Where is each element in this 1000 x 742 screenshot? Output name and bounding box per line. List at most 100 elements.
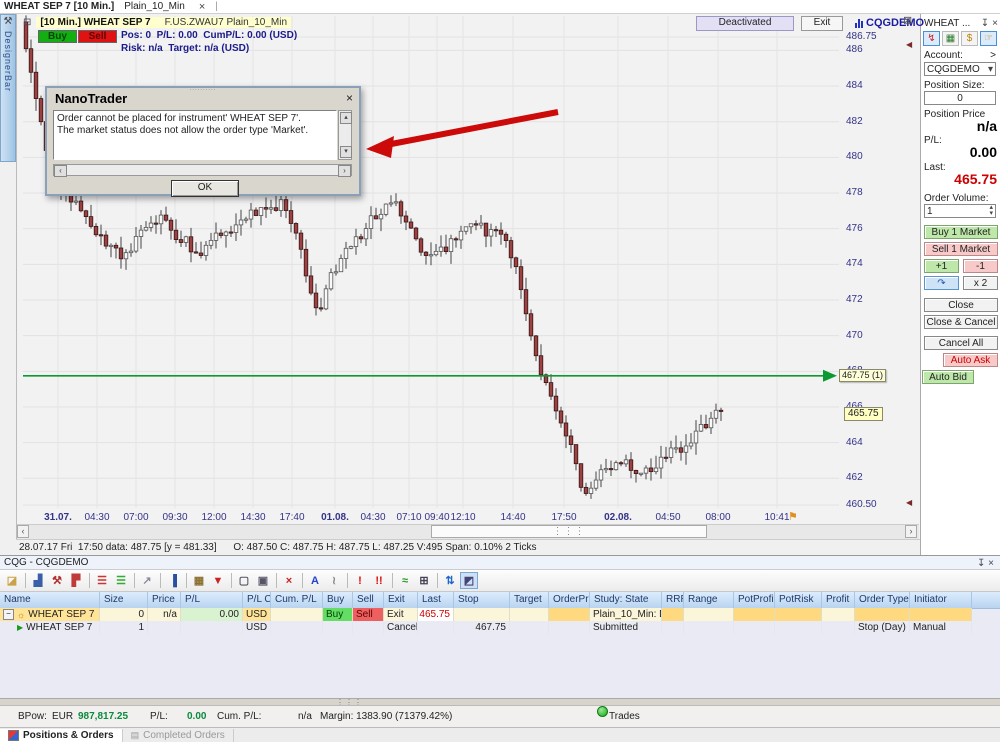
column-header[interactable]: PotProfit — [734, 592, 775, 608]
spinner-icons[interactable]: ▴▾ — [989, 205, 993, 217]
font-icon[interactable]: A — [306, 572, 324, 589]
dock-icon[interactable]: ◩ — [460, 572, 478, 589]
tab-completed-orders[interactable]: ▤ Completed Orders — [123, 729, 234, 742]
chart-hscrollbar[interactable]: ‹ ⋮⋮⋮ › — [17, 524, 919, 539]
cell-sell[interactable]: Sell — [353, 608, 384, 621]
cancel-all-button[interactable]: Cancel All — [924, 336, 998, 350]
column-header[interactable]: Stop — [454, 592, 510, 608]
alert-icon[interactable]: ! — [351, 572, 369, 589]
dialog-grip[interactable]: ∙∙∙∙∙∙∙∙∙∙ — [190, 87, 217, 93]
dialog-vscrollbar[interactable]: ▴ ▾ — [338, 110, 352, 160]
column-header[interactable]: PotRisk — [775, 592, 822, 608]
deactivated-button[interactable]: Deactivated — [696, 16, 794, 31]
column-header[interactable]: Last — [418, 592, 454, 608]
order-entry-icon[interactable]: ↯ — [923, 31, 940, 46]
column-header[interactable]: Profit — [822, 592, 855, 608]
chart-window-close-icon[interactable]: ⊠ — [903, 14, 912, 27]
column-header[interactable]: Range — [684, 592, 734, 608]
cell-buy[interactable] — [323, 621, 353, 634]
accounts-icon[interactable]: ▦ — [190, 572, 208, 589]
chart-mode-icon[interactable]: ▦ — [942, 31, 959, 46]
alerts-icon[interactable]: !! — [370, 572, 388, 589]
column-header[interactable]: Exit — [384, 592, 418, 608]
reverse-position-button[interactable]: ↷ — [924, 276, 959, 290]
exit-button[interactable]: Exit — [801, 16, 843, 31]
double-position-button[interactable]: x 2 — [963, 276, 998, 290]
column-header[interactable]: Target — [510, 592, 549, 608]
column-header[interactable]: Size — [100, 592, 148, 608]
close-icon[interactable]: × — [988, 558, 994, 569]
table-row-position[interactable]: −☼WHEAT SEP 70n/a0.00USDBuySellExit465.7… — [0, 608, 1000, 621]
order-volume-field[interactable]: 1 ▴▾ — [924, 204, 996, 218]
open-icon[interactable]: ◪ — [3, 572, 21, 589]
chart-sell-button[interactable]: Sell — [78, 30, 117, 43]
pin-icon[interactable]: ↧ — [981, 18, 989, 29]
dialog-close-icon[interactable]: × — [346, 91, 353, 105]
plus-one-button[interactable]: +1 — [924, 259, 959, 273]
column-header[interactable]: OrderPri... — [549, 592, 590, 608]
pin-icon[interactable]: ↧ — [977, 558, 985, 569]
column-header[interactable]: Price — [148, 592, 181, 608]
dialog-hscrollbar[interactable]: ‹ › — [53, 164, 352, 176]
wave-icon[interactable]: ≈ — [396, 572, 414, 589]
column-header[interactable]: Study: State — [590, 592, 662, 608]
position-size-field[interactable]: 0 — [924, 91, 996, 105]
sort-icon[interactable]: ⇅ — [441, 572, 459, 589]
column-header[interactable]: RRR — [662, 592, 684, 608]
column-header[interactable]: Sell — [353, 592, 384, 608]
designer-bar[interactable]: ⚒ DesignerBar — [0, 14, 16, 162]
cell-exit[interactable]: Exit — [384, 608, 418, 621]
minus-one-button[interactable]: -1 — [963, 259, 998, 273]
green-lines-icon[interactable]: ☰ — [112, 572, 130, 589]
scroll-right-icon[interactable]: › — [905, 525, 917, 538]
filter-icon[interactable]: ▼ — [209, 572, 227, 589]
expand-collapse-icon[interactable]: − — [3, 609, 14, 620]
monitor-icon[interactable]: ▢ — [235, 572, 253, 589]
delete-icon[interactable]: × — [280, 572, 298, 589]
scroll-left-icon[interactable]: ‹ — [17, 525, 29, 538]
column-header[interactable]: Buy — [323, 592, 353, 608]
chart-buy-button[interactable]: Buy — [38, 30, 77, 43]
auto-bid-button[interactable]: Auto Bid — [922, 370, 974, 384]
table-row-order[interactable]: ▶WHEAT SEP 71USDCancel467.75SubmittedSto… — [0, 621, 1000, 634]
tab-positions-orders[interactable]: Positions & Orders — [0, 729, 123, 742]
window-tab-instrument[interactable]: WHEAT SEP 7 [10 Min.] — [4, 1, 114, 12]
column-header[interactable]: P/L C. — [243, 592, 271, 608]
account-select[interactable]: CQGDEMO ▾ — [924, 62, 996, 76]
scroll-right-icon[interactable]: › — [338, 165, 351, 177]
tab-close-icon[interactable]: × — [199, 1, 205, 13]
collapse-icon[interactable]: ⊟ — [23, 17, 31, 28]
ok-button[interactable]: OK — [171, 180, 239, 197]
column-header[interactable]: Name — [0, 592, 100, 608]
close-icon[interactable]: × — [992, 18, 998, 29]
cell-sell[interactable] — [353, 621, 384, 634]
grid-add-icon[interactable]: ⊞ — [415, 572, 433, 589]
close-cancel-button[interactable]: Close & Cancel — [924, 315, 998, 329]
buy-market-button[interactable]: Buy 1 Market — [924, 225, 998, 239]
chart-hscroll-thumb[interactable]: ⋮⋮⋮ — [431, 525, 707, 538]
scroll-down-icon[interactable]: ▾ — [340, 146, 352, 158]
column-header[interactable]: Initiator — [910, 592, 972, 608]
scroll-left-icon[interactable]: ‹ — [54, 165, 67, 177]
snapshot-icon[interactable]: ▣ — [254, 572, 272, 589]
cell-exit[interactable]: Cancel — [384, 621, 418, 634]
close-position-button[interactable]: Close — [924, 298, 998, 312]
chart-icon[interactable]: ▟ — [29, 572, 47, 589]
info-icon[interactable]: ≀ — [325, 572, 343, 589]
scroll-up-icon[interactable]: ▴ — [340, 112, 352, 124]
column-header[interactable]: P/L — [181, 592, 243, 608]
money-icon[interactable]: $ — [961, 31, 978, 46]
auto-ask-button[interactable]: Auto Ask — [943, 353, 998, 367]
cell-buy[interactable]: Buy — [323, 608, 353, 621]
signals-icon[interactable]: ↗ — [138, 572, 156, 589]
window-tab-template[interactable]: Plain_10_Min — [124, 1, 185, 12]
chevron-right-icon[interactable]: > — [990, 50, 996, 61]
red-lines-icon[interactable]: ☰ — [93, 572, 111, 589]
sell-market-button[interactable]: Sell 1 Market — [924, 242, 998, 256]
hand-trading-icon[interactable]: ☞ — [980, 31, 997, 46]
columns-icon[interactable]: ▐ — [164, 572, 182, 589]
studies-icon[interactable]: ▛ — [67, 572, 85, 589]
column-header[interactable]: Cum. P/L — [271, 592, 323, 608]
column-header[interactable]: Order Type — [855, 592, 910, 608]
tools-icon[interactable]: ⚒ — [48, 572, 66, 589]
